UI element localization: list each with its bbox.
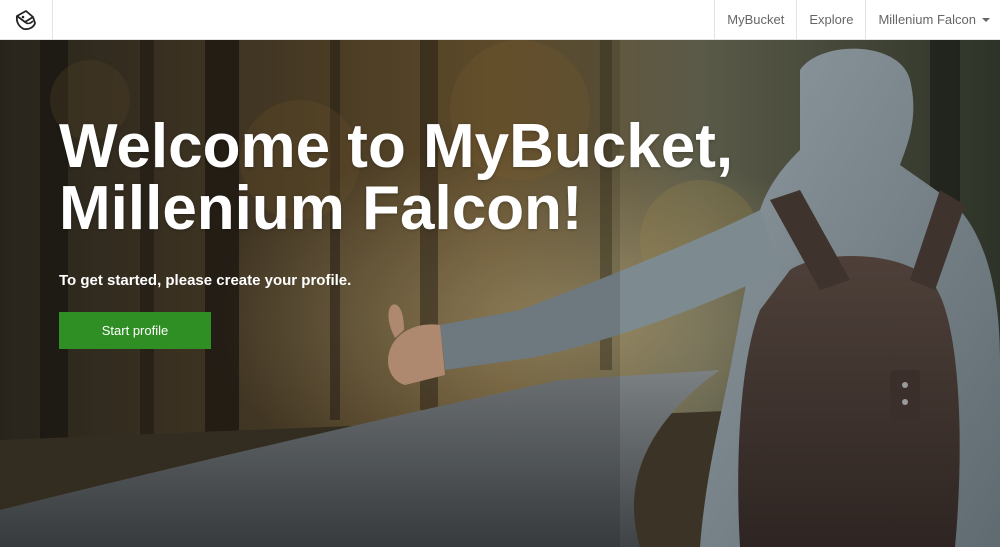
nav-link-label: MyBucket xyxy=(727,12,785,27)
nav-link-label: Explore xyxy=(809,12,854,27)
hero-title-line-1: Welcome to MyBucket, xyxy=(59,112,734,181)
user-menu-dropdown[interactable]: Millenium Falcon xyxy=(865,0,1000,39)
hero-content: Welcome to MyBucket, Millenium Falcon! T… xyxy=(59,116,733,349)
hero-banner: Welcome to MyBucket, Millenium Falcon! T… xyxy=(0,40,1000,547)
hero-subtitle: To get started, please create your profi… xyxy=(59,272,352,289)
brand-logo[interactable] xyxy=(0,0,53,40)
top-navbar: MyBucket Explore Millenium Falcon xyxy=(0,0,1000,40)
nav-links: MyBucket Explore Millenium Falcon xyxy=(714,0,1000,39)
nav-link-mybucket[interactable]: MyBucket xyxy=(714,0,796,39)
hero-title-line-2: Millenium Falcon! xyxy=(59,174,583,243)
start-profile-button[interactable]: Start profile xyxy=(59,312,211,349)
user-menu-label: Millenium Falcon xyxy=(878,12,976,27)
caret-down-icon xyxy=(982,17,990,22)
hero-title: Welcome to MyBucket, Millenium Falcon! xyxy=(59,116,733,240)
bucket-logo-icon xyxy=(15,10,36,31)
nav-link-explore[interactable]: Explore xyxy=(796,0,865,39)
